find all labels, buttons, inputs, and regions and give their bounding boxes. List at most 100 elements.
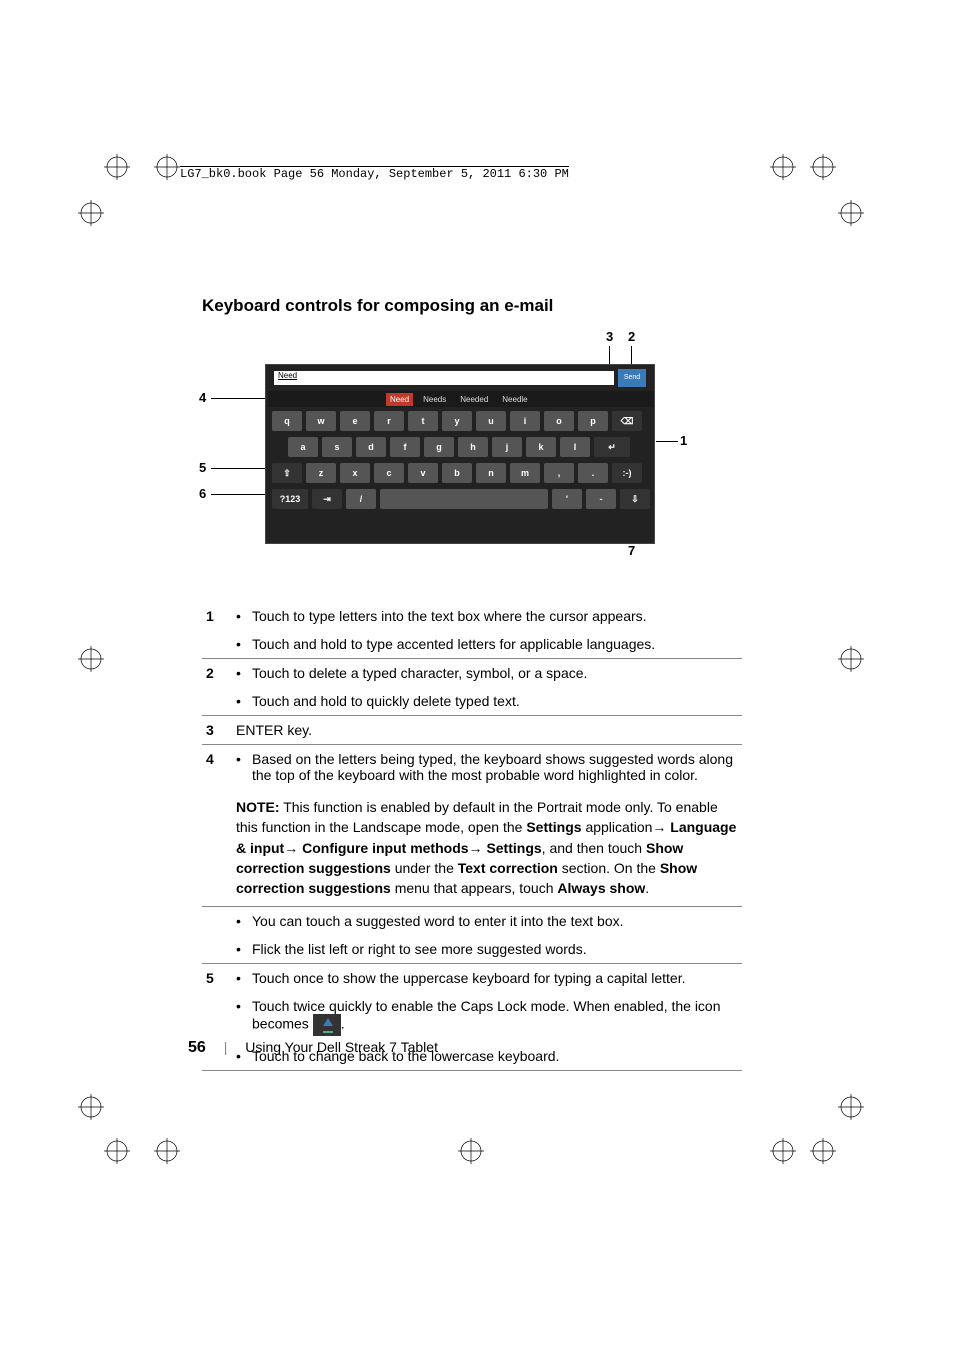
key: c bbox=[374, 463, 404, 483]
key: . bbox=[578, 463, 608, 483]
callout-6: 6 bbox=[199, 486, 206, 501]
key: g bbox=[424, 437, 454, 457]
bullet-icon: • bbox=[232, 935, 248, 964]
crosshair-icon bbox=[78, 646, 104, 672]
key: t bbox=[408, 411, 438, 431]
crosshair-icon bbox=[104, 1138, 130, 1164]
crosshair-icon bbox=[458, 1138, 484, 1164]
key: i bbox=[510, 411, 540, 431]
key: q bbox=[272, 411, 302, 431]
crosshair-icon bbox=[810, 1138, 836, 1164]
mic-key: ⇩ bbox=[620, 489, 650, 509]
crosshair-icon bbox=[78, 200, 104, 226]
suggestion: Needle bbox=[498, 393, 531, 406]
def-text: You can touch a suggested word to enter … bbox=[248, 907, 742, 935]
def-num-3: 3 bbox=[202, 716, 232, 745]
key: u bbox=[476, 411, 506, 431]
key: y bbox=[442, 411, 472, 431]
key: ' bbox=[552, 489, 582, 509]
def-text: Touch to type letters into the text box … bbox=[248, 602, 742, 630]
shift-key: ⇧ bbox=[272, 463, 302, 483]
crosshair-icon bbox=[770, 154, 796, 180]
key: n bbox=[476, 463, 506, 483]
callout-1: 1 bbox=[680, 433, 687, 448]
def-num-5: 5 bbox=[202, 964, 232, 993]
space-key bbox=[380, 489, 548, 509]
crosshair-icon bbox=[838, 646, 864, 672]
callout-5: 5 bbox=[199, 460, 206, 475]
key: d bbox=[356, 437, 386, 457]
crosshair-icon bbox=[810, 154, 836, 180]
footer-separator: | bbox=[224, 1039, 228, 1055]
bullet-icon: • bbox=[232, 964, 248, 993]
bullet-icon: • bbox=[232, 907, 248, 935]
def-text: Flick the list left or right to see more… bbox=[248, 935, 742, 964]
def-text: Based on the letters being typed, the ke… bbox=[248, 745, 742, 790]
bullet-icon: • bbox=[232, 630, 248, 659]
def-text: Touch and hold to quickly delete typed t… bbox=[248, 687, 742, 716]
bullet-icon: • bbox=[232, 687, 248, 716]
key: o bbox=[544, 411, 574, 431]
key: h bbox=[458, 437, 488, 457]
key: z bbox=[306, 463, 336, 483]
key: w bbox=[306, 411, 336, 431]
suggestion: Needs bbox=[419, 393, 450, 406]
chapter-title: Using Your Dell Streak 7 Tablet bbox=[245, 1039, 438, 1055]
note-block: NOTE: This function is enabled by defaul… bbox=[202, 789, 742, 907]
keyboard-suggestion-row: Need Needs Needed Needle bbox=[268, 391, 654, 407]
smiley-key: :-) bbox=[612, 463, 642, 483]
suggestion-highlight: Need bbox=[386, 393, 413, 406]
capslock-icon bbox=[313, 1014, 341, 1036]
crosshair-icon bbox=[770, 1138, 796, 1164]
key: j bbox=[492, 437, 522, 457]
def-num-1: 1 bbox=[202, 602, 232, 630]
keyboard-textfield: Need bbox=[274, 371, 614, 385]
keyboard-figure: 3 2 4 5 6 1 7 Need Send Need Needs Neede… bbox=[202, 334, 742, 594]
crosshair-icon bbox=[838, 200, 864, 226]
key: , bbox=[544, 463, 574, 483]
tab-key: ⇥ bbox=[312, 489, 342, 509]
def-num-4: 4 bbox=[202, 745, 232, 790]
crosshair-icon bbox=[154, 154, 180, 180]
key: s bbox=[322, 437, 352, 457]
key: l bbox=[560, 437, 590, 457]
key: - bbox=[586, 489, 616, 509]
key: / bbox=[346, 489, 376, 509]
keyboard-send-button: Send bbox=[618, 369, 646, 387]
key: e bbox=[340, 411, 370, 431]
page-number: 56 bbox=[188, 1039, 206, 1056]
bullet-icon: • bbox=[232, 602, 248, 630]
key: b bbox=[442, 463, 472, 483]
bullet-icon: • bbox=[232, 659, 248, 688]
crosshair-icon bbox=[838, 1094, 864, 1120]
key: v bbox=[408, 463, 438, 483]
callout-4: 4 bbox=[199, 390, 206, 405]
enter-key: ↵ bbox=[594, 437, 630, 457]
suggestion: Needed bbox=[456, 393, 492, 406]
bullet-icon: • bbox=[232, 992, 248, 1042]
page-imprint: LG7_bk0.book Page 56 Monday, September 5… bbox=[180, 166, 569, 181]
keyboard-screenshot: Need Send Need Needs Needed Needle q w e… bbox=[265, 364, 655, 544]
symbols-key: ?123 bbox=[272, 489, 308, 509]
crosshair-icon bbox=[104, 154, 130, 180]
key: a bbox=[288, 437, 318, 457]
key: m bbox=[510, 463, 540, 483]
crosshair-icon bbox=[78, 1094, 104, 1120]
def-text: ENTER key. bbox=[232, 716, 726, 745]
backspace-key: ⌫ bbox=[612, 411, 642, 431]
key: x bbox=[340, 463, 370, 483]
callout-3: 3 bbox=[606, 329, 613, 344]
def-text: Touch and hold to type accented letters … bbox=[248, 630, 742, 659]
key: p bbox=[578, 411, 608, 431]
note-label: NOTE: bbox=[236, 799, 280, 815]
page-footer: 56 | Using Your Dell Streak 7 Tablet bbox=[188, 1039, 438, 1057]
callout-2: 2 bbox=[628, 329, 635, 344]
section-title: Keyboard controls for composing an e-mai… bbox=[202, 296, 742, 316]
key: k bbox=[526, 437, 556, 457]
callout-7: 7 bbox=[628, 543, 635, 558]
def-text: Touch twice quickly to enable the Caps L… bbox=[248, 992, 742, 1042]
key: r bbox=[374, 411, 404, 431]
def-text: Touch to delete a typed character, symbo… bbox=[248, 659, 742, 688]
def-text: Touch once to show the uppercase keyboar… bbox=[248, 964, 742, 993]
def-num-2: 2 bbox=[202, 659, 232, 688]
